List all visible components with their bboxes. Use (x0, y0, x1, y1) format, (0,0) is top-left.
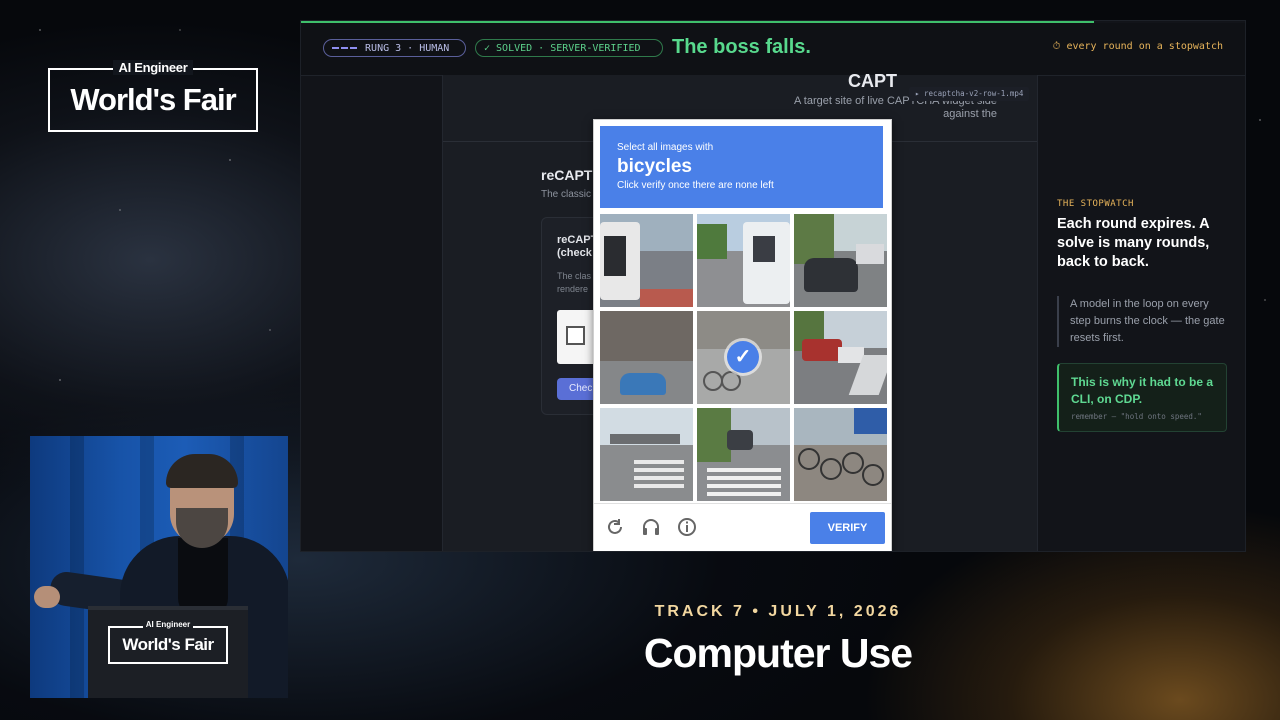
selected-check-icon: ✓ (727, 341, 759, 373)
logo-small-text: AI Engineer (112, 60, 194, 75)
solved-badge: ✓ SOLVED · SERVER-VERIFIED (475, 39, 663, 57)
target-section-desc: The classic (541, 189, 592, 200)
podium-logo: AI Engineer World's Fair (108, 620, 228, 664)
captcha-image-grid: ✓ (600, 214, 887, 502)
panel-label: THE STOPWATCH (1057, 199, 1134, 209)
speaker-video: AI Engineer World's Fair (30, 436, 288, 698)
stopwatch-label: ⏱ every round on a stopwatch (1052, 41, 1223, 52)
card-desc-line: rendere (557, 284, 589, 294)
card-title-line: (check (557, 247, 592, 259)
slide-headline: The boss falls. (672, 36, 811, 58)
callout-text: This is why it had to be a CLI, on CDP. (1071, 375, 1214, 406)
card-desc-line: The clas (557, 271, 592, 281)
verify-button[interactable]: VERIFY (810, 512, 885, 544)
captcha-target-word: bicycles (617, 156, 692, 177)
callout-note: remember — "hold onto speed." (1071, 412, 1202, 421)
captcha-tile[interactable] (600, 214, 693, 307)
audio-icon[interactable] (640, 516, 662, 538)
card-title-line: reCAPT (557, 234, 598, 246)
speaker-hand (34, 586, 60, 608)
slide: RUNG 3 · HUMAN ✓ SOLVED · SERVER-VERIFIE… (300, 20, 1246, 552)
captcha-hint: Click verify once there are none left (617, 180, 774, 191)
captcha-tile[interactable] (794, 408, 887, 501)
slide-topbar: RUNG 3 · HUMAN ✓ SOLVED · SERVER-VERIFIE… (301, 23, 1245, 76)
podium: AI Engineer World's Fair (88, 606, 248, 698)
reload-icon[interactable] (604, 516, 626, 538)
captcha-instruction: Select all images with (617, 142, 714, 153)
stopwatch-panel: THE STOPWATCH Each round expires. A solv… (1057, 199, 1227, 432)
captcha-tile[interactable] (600, 311, 693, 404)
track-date: TRACK 7 • JULY 1, 2026 (654, 603, 902, 620)
logo-main-text: World's Fair (70, 82, 236, 117)
captcha-header: Select all images with bicycles Click ve… (600, 126, 883, 208)
captcha-tile[interactable] (600, 408, 693, 501)
cli-callout: This is why it had to be a CLI, on CDP. … (1057, 363, 1227, 432)
conference-logo: AI Engineer World's Fair (48, 60, 258, 132)
captcha-tile[interactable] (794, 311, 887, 404)
captcha-footer: VERIFY (594, 503, 891, 551)
captcha-tile[interactable] (697, 408, 790, 501)
captcha-challenge: Select all images with bicycles Click ve… (593, 119, 892, 551)
captcha-tile[interactable] (697, 214, 790, 307)
recaptcha-checkbox[interactable] (566, 326, 585, 345)
rung-badge: RUNG 3 · HUMAN (323, 39, 466, 57)
panel-heading: Each round expires. A solve is many roun… (1057, 216, 1210, 270)
captcha-tile[interactable] (794, 214, 887, 307)
session-title: Computer Use (643, 630, 913, 676)
info-icon[interactable] (676, 516, 698, 538)
target-section-title: reCAPT (541, 167, 593, 183)
panel-quote: A model in the loop on every step burns … (1057, 296, 1227, 347)
target-title: CAPT (848, 71, 897, 91)
video-filename-tag: ▸ recaptcha-v2-row-1.mp4 (909, 87, 1030, 101)
captcha-tile-selected[interactable]: ✓ (697, 311, 790, 404)
